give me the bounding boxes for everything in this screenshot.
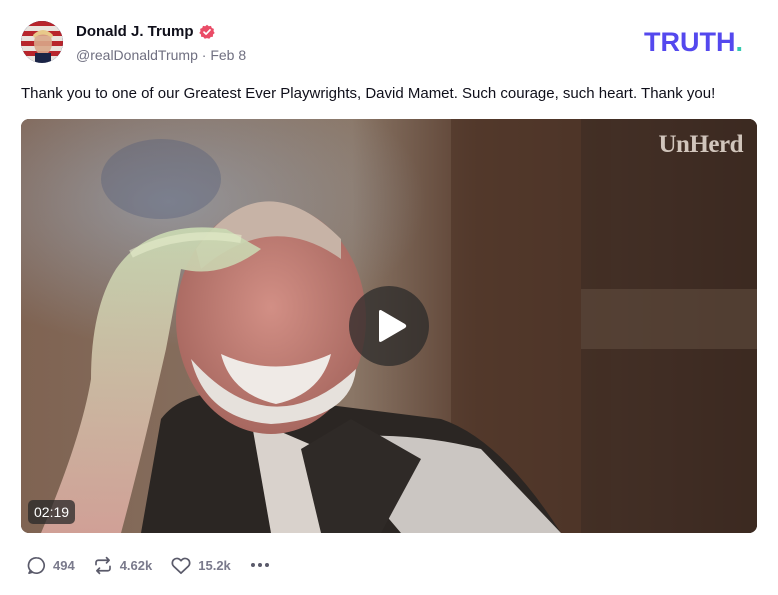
brand-dot: . xyxy=(735,27,743,57)
truth-logo[interactable]: TRUTH. xyxy=(644,27,743,57)
video-duration: 02:19 xyxy=(28,500,76,524)
avatar[interactable] xyxy=(21,21,63,63)
more-options-button[interactable] xyxy=(249,555,271,575)
author-meta: @realDonaldTrump · Feb 8 xyxy=(76,46,246,64)
verified-badge-icon xyxy=(198,24,215,39)
play-button[interactable] xyxy=(349,286,429,366)
like-count: 15.2k xyxy=(198,557,231,573)
post-actions: 494 4.62k 15.2k xyxy=(26,554,271,576)
brand-wordmark: TRUTH xyxy=(644,27,736,57)
like-button[interactable]: 15.2k xyxy=(170,555,231,575)
author-name[interactable]: Donald J. Trump xyxy=(76,23,215,41)
more-horizontal-icon xyxy=(250,563,269,567)
post-date[interactable]: Feb 8 xyxy=(210,47,246,63)
post-card: Donald J. Trump @realDonaldTrump · Feb 8… xyxy=(0,0,778,595)
video-watermark: UnHerd xyxy=(658,131,744,158)
play-icon xyxy=(379,310,407,342)
retruth-count: 4.62k xyxy=(119,557,153,573)
author-handle[interactable]: @realDonaldTrump xyxy=(76,47,198,63)
heart-icon xyxy=(171,557,191,575)
retruth-icon xyxy=(94,556,111,574)
author-display-name[interactable]: Donald J. Trump xyxy=(76,23,194,41)
reply-count: 494 xyxy=(53,557,75,573)
meta-separator: · xyxy=(197,47,211,63)
avatar-image xyxy=(21,21,63,63)
post-text: Thank you to one of our Greatest Ever Pl… xyxy=(21,85,716,102)
retruth-button[interactable]: 4.62k xyxy=(92,555,153,576)
video-player[interactable]: UnHerd 02:19 xyxy=(21,119,757,533)
reply-icon xyxy=(27,556,45,574)
reply-button[interactable]: 494 xyxy=(26,555,75,576)
